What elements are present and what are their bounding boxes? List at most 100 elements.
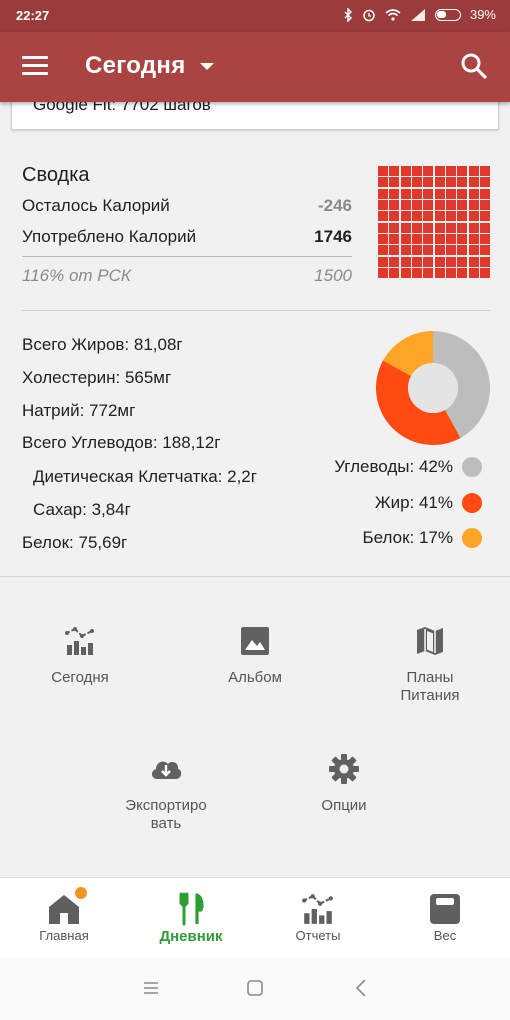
- calorie-grid-cell: [468, 177, 479, 188]
- legend-fat-dot: [462, 493, 482, 513]
- calorie-grid-cell: [389, 200, 400, 210]
- calorie-grid-cell: [378, 268, 388, 278]
- status-time: 22:27: [16, 8, 50, 23]
- calorie-grid-cell: [389, 222, 400, 233]
- calorie-grid-cell: [457, 234, 468, 244]
- calorie-grid-cell: [446, 256, 456, 267]
- calorie-grid-cell: [446, 222, 456, 233]
- calorie-grid-cell: [412, 234, 422, 244]
- nav-diary[interactable]: Дневник: [141, 892, 241, 945]
- calorie-grid-cell: [389, 256, 400, 267]
- scale-icon: [430, 894, 460, 924]
- calorie-grid-cell: [400, 245, 411, 256]
- calorie-grid-cell: [389, 211, 400, 222]
- calorie-grid-cell: [457, 222, 468, 233]
- shortcut-today[interactable]: Сегодня: [15, 625, 145, 687]
- calorie-grid-cell: [378, 256, 388, 267]
- search-icon[interactable]: [460, 52, 488, 80]
- calorie-grid-cell: [400, 188, 411, 199]
- date-selector[interactable]: Сегодня: [85, 52, 214, 80]
- remaining-calories-value: -246: [317, 196, 352, 215]
- calorie-grid-cell: [480, 256, 490, 267]
- calorie-grid-cell: [468, 245, 479, 256]
- calorie-grid-cell: [480, 268, 490, 278]
- calorie-grid-cell: [468, 222, 479, 233]
- calorie-grid-cell: [378, 200, 388, 210]
- reports-chart-icon: [65, 627, 94, 655]
- gear-icon: [329, 754, 359, 784]
- shortcut-today-label: Сегодня: [51, 669, 109, 686]
- calorie-grid-cell: [400, 166, 411, 176]
- alarm-icon: [363, 9, 375, 21]
- calorie-grid-cell: [446, 211, 456, 222]
- nutrient-protein: Белок: 75,69г: [22, 533, 128, 552]
- home-square-icon[interactable]: [246, 978, 264, 998]
- nav-home[interactable]: Главная: [14, 887, 114, 943]
- rsk-percent-label: 116% от РСК: [22, 266, 131, 285]
- calorie-grid-cell: [480, 211, 490, 222]
- calorie-grid-cell: [480, 200, 490, 210]
- calorie-grid-cell: [434, 234, 445, 244]
- shortcut-meal-plans[interactable]: Планы Питания: [365, 625, 495, 705]
- nav-weight[interactable]: Вес: [395, 892, 495, 943]
- reports-chart-icon: [302, 894, 333, 924]
- consumed-calories-label: Употреблено Калорий: [22, 227, 197, 246]
- legend-fat: Жир: 41%: [375, 493, 482, 513]
- shortcut-meal-plans-label-2: Питания: [400, 687, 460, 704]
- calorie-grid-cell: [468, 188, 479, 199]
- calorie-grid-cell: [400, 200, 411, 210]
- calorie-grid-cell: [412, 222, 422, 233]
- legend-carbs-label: Углеводы: 42%: [334, 457, 453, 476]
- calorie-grid-cell: [389, 177, 400, 188]
- nav-diary-label: Дневник: [159, 928, 223, 945]
- status-icons: 39%: [343, 7, 496, 22]
- calorie-grid-cell: [468, 166, 479, 176]
- calorie-grid-cell: [423, 222, 434, 233]
- wifi-icon: [385, 8, 401, 21]
- fork-knife-icon: [179, 892, 204, 926]
- calorie-grid-cell: [457, 245, 468, 256]
- shortcut-export[interactable]: Экспортиро вать: [101, 753, 231, 833]
- calorie-grid-cell: [480, 188, 490, 199]
- calorie-grid-cell: [378, 166, 388, 176]
- menu-icon[interactable]: [22, 56, 48, 76]
- shortcut-meal-plans-label-1: Планы: [406, 669, 454, 686]
- page-title: Сегодня: [85, 52, 186, 79]
- calorie-grid-cell: [412, 177, 422, 188]
- calorie-grid-cell: [412, 256, 422, 267]
- calorie-grid-cell: [468, 211, 479, 222]
- calorie-grid-cell: [457, 177, 468, 188]
- battery-percent: 39%: [469, 7, 496, 22]
- remaining-calories-row: Осталось Калорий -246: [22, 196, 352, 216]
- back-icon[interactable]: [354, 978, 368, 998]
- calorie-grid-cell: [412, 211, 422, 222]
- calorie-grid-cell: [457, 188, 468, 199]
- calorie-grid-cell: [423, 268, 434, 278]
- calorie-grid-cell: [378, 177, 388, 188]
- nutrient-carbs: Всего Углеводов: 188,12г: [22, 433, 221, 452]
- shortcut-export-label-2: вать: [150, 815, 182, 832]
- nutrient-fat: Всего Жиров: 81,08г: [22, 335, 183, 354]
- calorie-grid-cell: [412, 166, 422, 176]
- recents-menu-icon[interactable]: [143, 978, 159, 998]
- calorie-grid-cell: [434, 211, 445, 222]
- calorie-grid-cell: [457, 200, 468, 210]
- calorie-grid-cell: [423, 211, 434, 222]
- status-bar: 22:27 39%: [0, 0, 510, 32]
- calorie-grid-cell: [389, 166, 400, 176]
- nav-weight-label: Вес: [433, 928, 457, 943]
- bluetooth-icon: [344, 7, 352, 22]
- nav-reports[interactable]: Отчеты: [268, 892, 368, 943]
- nutrient-sodium: Натрий: 772мг: [22, 401, 136, 420]
- calorie-grid-cell: [457, 211, 468, 222]
- shortcut-export-label-1: Экспортиро: [125, 797, 207, 814]
- section-divider-2: [0, 576, 510, 577]
- image-icon: [241, 627, 269, 655]
- shortcut-options[interactable]: Опции: [279, 753, 409, 815]
- shortcut-album[interactable]: Альбом: [190, 625, 320, 687]
- legend-carbs-dot: [462, 457, 482, 477]
- nutrient-fiber: Диетическая Клетчатка: 2,2г: [33, 467, 257, 486]
- app-bar: Сегодня: [0, 32, 510, 102]
- nav-home-label: Главная: [39, 928, 89, 943]
- calorie-grid-cell: [423, 177, 434, 188]
